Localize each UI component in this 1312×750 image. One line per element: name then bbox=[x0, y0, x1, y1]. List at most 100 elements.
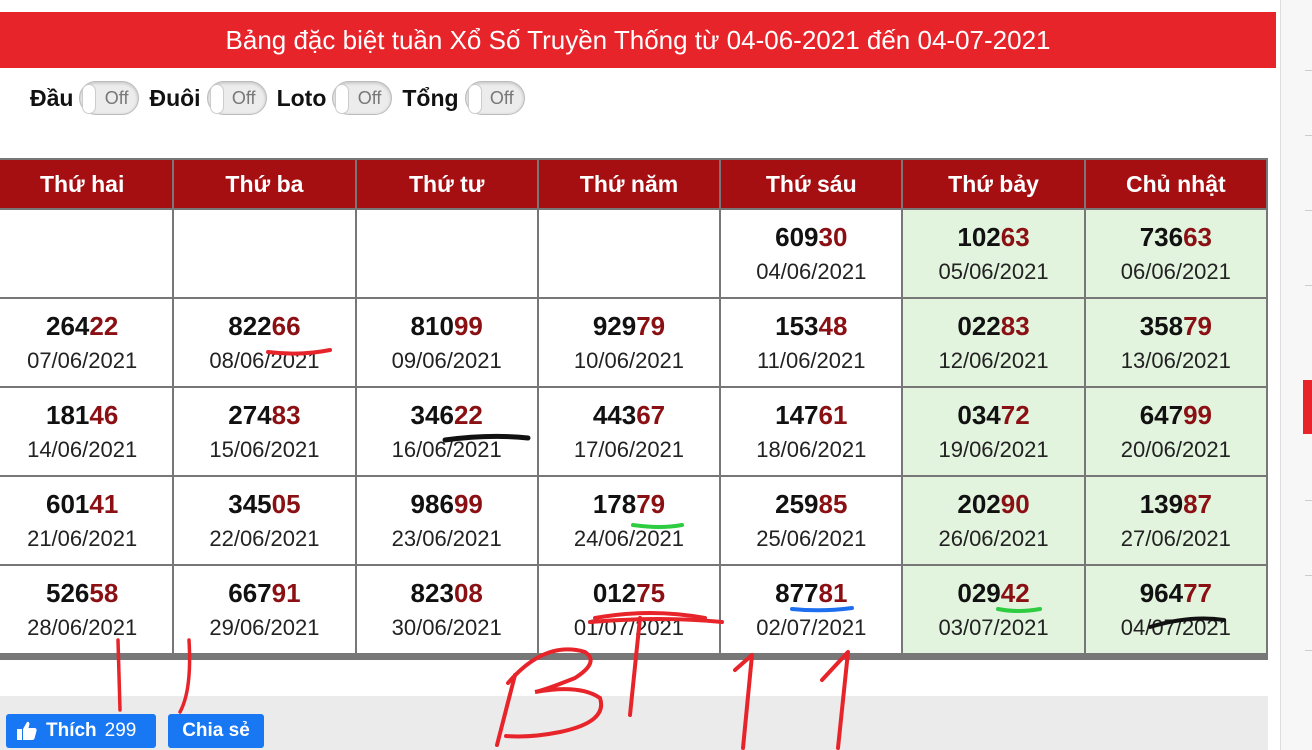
result-cell: 13987 27/06/2021 bbox=[1085, 477, 1266, 564]
result-date: 21/06/2021 bbox=[27, 525, 138, 551]
result-cell: 34505 22/06/2021 bbox=[174, 477, 355, 564]
result-cell: 27483 15/06/2021 bbox=[174, 388, 355, 475]
result-cell: 01275 01/07/2021 bbox=[538, 566, 720, 653]
result-number: 34622 bbox=[357, 399, 537, 431]
results-table-frame: Thứ hai Thứ ba Thứ tư Thứ năm Thứ sáu Th… bbox=[0, 158, 1268, 660]
toggle-label-duoi: Đuôi bbox=[149, 84, 201, 111]
result-date: 13/06/2021 bbox=[1120, 347, 1231, 373]
result-cell: 60141 21/06/2021 bbox=[0, 477, 173, 564]
result-number-head: 986 bbox=[410, 488, 454, 519]
switch-knob bbox=[209, 84, 224, 114]
result-date: 06/06/2021 bbox=[1120, 258, 1231, 284]
result-number: 98699 bbox=[357, 488, 537, 520]
result-number-head: 601 bbox=[45, 488, 90, 519]
result-number-tail: 99 bbox=[453, 488, 483, 519]
toggle-dau[interactable]: Off bbox=[79, 81, 140, 115]
toggle-state: Off bbox=[357, 88, 382, 108]
result-number: 17879 bbox=[539, 488, 719, 520]
result-date: 17/06/2021 bbox=[573, 436, 685, 462]
result-date: 07/06/2021 bbox=[27, 347, 138, 373]
result-number-tail: 22 bbox=[453, 399, 483, 430]
share-button[interactable]: Chia sẻ bbox=[168, 714, 264, 748]
switch-knob bbox=[467, 84, 482, 114]
result-date: 26/06/2021 bbox=[938, 525, 1049, 551]
result-number-head: 178 bbox=[592, 488, 637, 519]
result-date: 23/06/2021 bbox=[391, 525, 502, 551]
result-number-head: 012 bbox=[592, 577, 637, 608]
toggle-tong[interactable]: Off bbox=[464, 81, 525, 115]
toggle-loto[interactable]: Off bbox=[332, 81, 393, 115]
result-number-tail: 75 bbox=[636, 577, 666, 608]
thumbs-up-icon bbox=[17, 721, 37, 740]
result-number-tail: 41 bbox=[89, 488, 119, 519]
col-header-sun: Chủ nhật bbox=[1085, 160, 1266, 208]
result-cell bbox=[0, 210, 173, 297]
side-scroll-strip[interactable] bbox=[1280, 0, 1312, 750]
result-cell: 87781 02/07/2021 bbox=[721, 566, 902, 653]
result-number: 60930 bbox=[721, 221, 901, 253]
scroll-tick bbox=[1305, 500, 1312, 501]
result-date: 14/06/2021 bbox=[27, 436, 138, 462]
scroll-marker bbox=[1303, 380, 1312, 434]
scroll-tick bbox=[1305, 575, 1312, 576]
col-header-tue: Thứ ba bbox=[174, 160, 355, 208]
result-number: 87781 bbox=[721, 577, 901, 609]
result-number-tail: 99 bbox=[453, 310, 483, 341]
result-number-head: 153 bbox=[775, 310, 819, 341]
result-cell: 44367 17/06/2021 bbox=[538, 388, 720, 475]
result-number: 66791 bbox=[174, 577, 354, 609]
result-cell bbox=[538, 210, 720, 297]
scroll-tick bbox=[1305, 650, 1312, 651]
like-count: 299 bbox=[104, 720, 137, 741]
result-cell: 17879 24/06/2021 bbox=[538, 477, 720, 564]
result-number: 01275 bbox=[539, 577, 719, 609]
result-number-head: 102 bbox=[957, 221, 1001, 252]
scroll-tick bbox=[1305, 285, 1312, 286]
result-number-head: 667 bbox=[228, 577, 272, 608]
result-number-head: 526 bbox=[45, 577, 90, 608]
result-number: 26422 bbox=[0, 310, 172, 342]
result-number-tail: 61 bbox=[818, 399, 848, 430]
result-cell: 18146 14/06/2021 bbox=[0, 388, 173, 475]
result-number: 60141 bbox=[0, 488, 172, 520]
result-number-tail: 08 bbox=[453, 577, 483, 608]
result-cell bbox=[174, 210, 355, 297]
result-number: 13987 bbox=[1086, 488, 1266, 520]
result-date: 03/07/2021 bbox=[938, 614, 1049, 640]
table-row: 52658 28/06/2021 66791 29/06/2021 82308 30/06… bbox=[0, 566, 1266, 653]
toggle-duoi[interactable]: Off bbox=[206, 81, 267, 115]
result-number-tail: 42 bbox=[1000, 577, 1030, 608]
result-number-tail: 30 bbox=[818, 221, 848, 252]
result-number-head: 147 bbox=[775, 399, 819, 430]
result-date: 25/06/2021 bbox=[756, 525, 867, 551]
table-row: 60930 04/06/2021 10263 05/06/2021 73663 06/06… bbox=[0, 210, 1266, 297]
result-number: 96477 bbox=[1086, 577, 1266, 609]
result-date: 29/06/2021 bbox=[209, 614, 320, 640]
result-date: 11/06/2021 bbox=[757, 347, 866, 373]
like-button[interactable]: Thích 299 bbox=[6, 714, 156, 748]
result-cell bbox=[356, 210, 537, 297]
result-number: 18146 bbox=[0, 399, 172, 431]
result-number: 82308 bbox=[357, 577, 537, 609]
result-number-head: 964 bbox=[1139, 577, 1184, 608]
switch-knob bbox=[335, 84, 350, 114]
result-number: 92979 bbox=[539, 310, 719, 342]
page-title: Bảng đặc biệt tuần Xổ Số Truyền Thống từ… bbox=[0, 12, 1276, 68]
result-number-tail: 63 bbox=[1000, 221, 1030, 252]
result-cell: 14761 18/06/2021 bbox=[721, 388, 902, 475]
toggle-label-dau: Đầu bbox=[30, 84, 74, 111]
result-cell: 35879 13/06/2021 bbox=[1085, 299, 1266, 386]
result-cell: 02942 03/07/2021 bbox=[903, 566, 1084, 653]
result-number-tail: 58 bbox=[89, 577, 119, 608]
scroll-tick bbox=[1305, 135, 1312, 136]
col-header-fri: Thứ sáu bbox=[721, 160, 902, 208]
result-cell: 96477 04/07/2021 bbox=[1085, 566, 1266, 653]
col-header-sat: Thứ bảy bbox=[903, 160, 1084, 208]
result-number-head: 443 bbox=[592, 399, 637, 430]
result-number-tail: 77 bbox=[1183, 577, 1212, 608]
result-number-tail: 46 bbox=[89, 399, 119, 430]
result-date: 09/06/2021 bbox=[391, 347, 502, 373]
result-number-head: 877 bbox=[775, 577, 819, 608]
col-header-mon: Thứ hai bbox=[0, 160, 173, 208]
result-number-head: 202 bbox=[957, 488, 1001, 519]
